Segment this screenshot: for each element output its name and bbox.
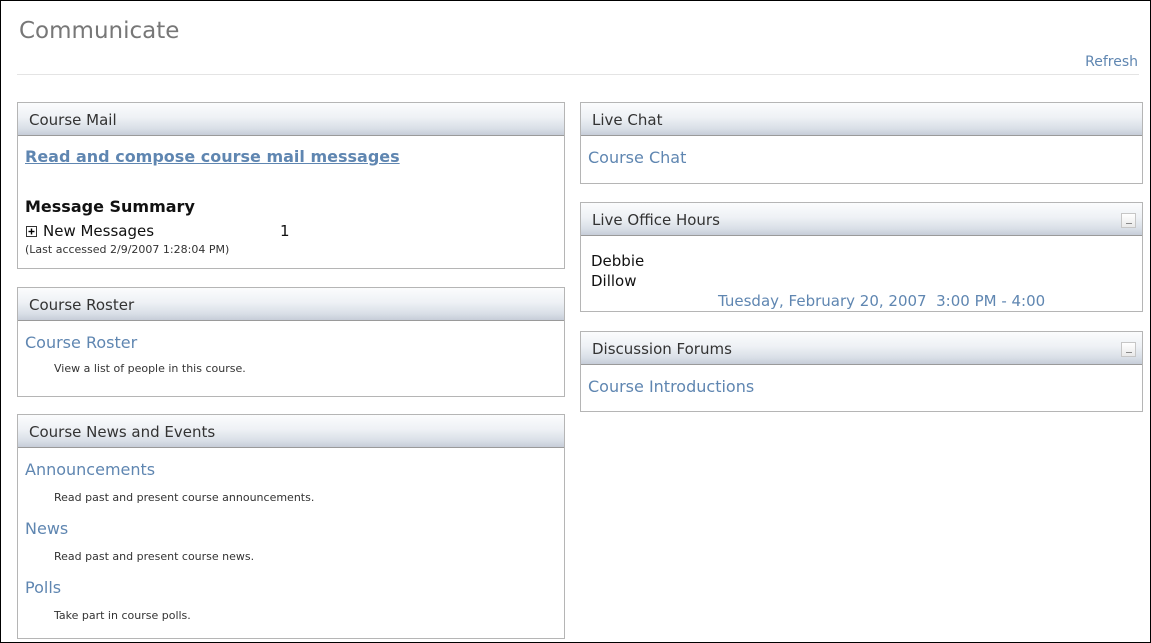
read-compose-mail-link[interactable]: Read and compose course mail messages xyxy=(25,147,400,166)
course-news-header: Course News and Events xyxy=(18,415,564,448)
course-roster-link[interactable]: Course Roster xyxy=(25,333,137,352)
new-messages-count: 1 xyxy=(280,222,290,240)
news-description: Read past and present course news. xyxy=(54,550,255,563)
discussion-forums-panel: Discussion Forums Course Introductions xyxy=(580,331,1143,412)
course-roster-panel: Course Roster Course Roster View a list … xyxy=(17,287,565,397)
live-chat-header: Live Chat xyxy=(581,103,1142,136)
discussion-forums-header: Discussion Forums xyxy=(581,332,1142,365)
live-chat-title: Live Chat xyxy=(592,111,663,129)
page-title: Communicate xyxy=(19,18,180,44)
course-mail-header: Course Mail xyxy=(18,103,564,136)
plus-box-icon[interactable] xyxy=(26,226,37,237)
course-news-panel: Course News and Events Announcements Rea… xyxy=(17,414,565,639)
polls-description: Take part in course polls. xyxy=(54,609,191,622)
live-chat-panel: Live Chat Course Chat xyxy=(580,102,1143,184)
course-roster-description: View a list of people in this course. xyxy=(54,362,246,375)
refresh-link[interactable]: Refresh xyxy=(1085,54,1138,70)
announcements-link[interactable]: Announcements xyxy=(25,460,155,479)
new-messages-row[interactable]: New Messages 1 xyxy=(25,222,305,242)
office-hours-collapse-button[interactable] xyxy=(1121,213,1136,228)
discussion-forums-collapse-button[interactable] xyxy=(1121,342,1136,357)
message-summary-heading: Message Summary xyxy=(25,197,195,216)
course-mail-title: Course Mail xyxy=(29,111,117,129)
course-introductions-link[interactable]: Course Introductions xyxy=(588,377,754,396)
live-office-hours-header: Live Office Hours xyxy=(581,203,1142,236)
course-mail-panel: Course Mail Read and compose course mail… xyxy=(17,102,565,269)
announcements-description: Read past and present course announcemen… xyxy=(54,491,315,504)
host-last-name: Dillow xyxy=(591,272,637,290)
new-messages-label: New Messages xyxy=(43,222,155,240)
discussion-forums-title: Discussion Forums xyxy=(592,340,732,358)
course-roster-header: Course Roster xyxy=(18,288,564,321)
host-first-name: Debbie xyxy=(591,252,645,270)
schedule-line-1: Tuesday, February 20, 2007 3:00 PM - 4:0… xyxy=(718,292,1046,310)
course-news-title: Course News and Events xyxy=(29,423,216,441)
office-hours-host: Debbie Dillow xyxy=(591,251,644,291)
course-chat-link[interactable]: Course Chat xyxy=(588,148,686,167)
title-divider xyxy=(17,74,1139,75)
live-office-hours-panel: Live Office Hours Debbie Dillow Tuesday,… xyxy=(580,202,1143,370)
last-accessed-text: (Last accessed 2/9/2007 1:28:04 PM) xyxy=(25,243,230,256)
live-office-hours-title: Live Office Hours xyxy=(592,211,720,229)
polls-link[interactable]: Polls xyxy=(25,578,61,597)
course-roster-title: Course Roster xyxy=(29,296,135,314)
communicate-page: Communicate Refresh Course Mail Read and… xyxy=(0,0,1151,643)
news-link[interactable]: News xyxy=(25,519,68,538)
